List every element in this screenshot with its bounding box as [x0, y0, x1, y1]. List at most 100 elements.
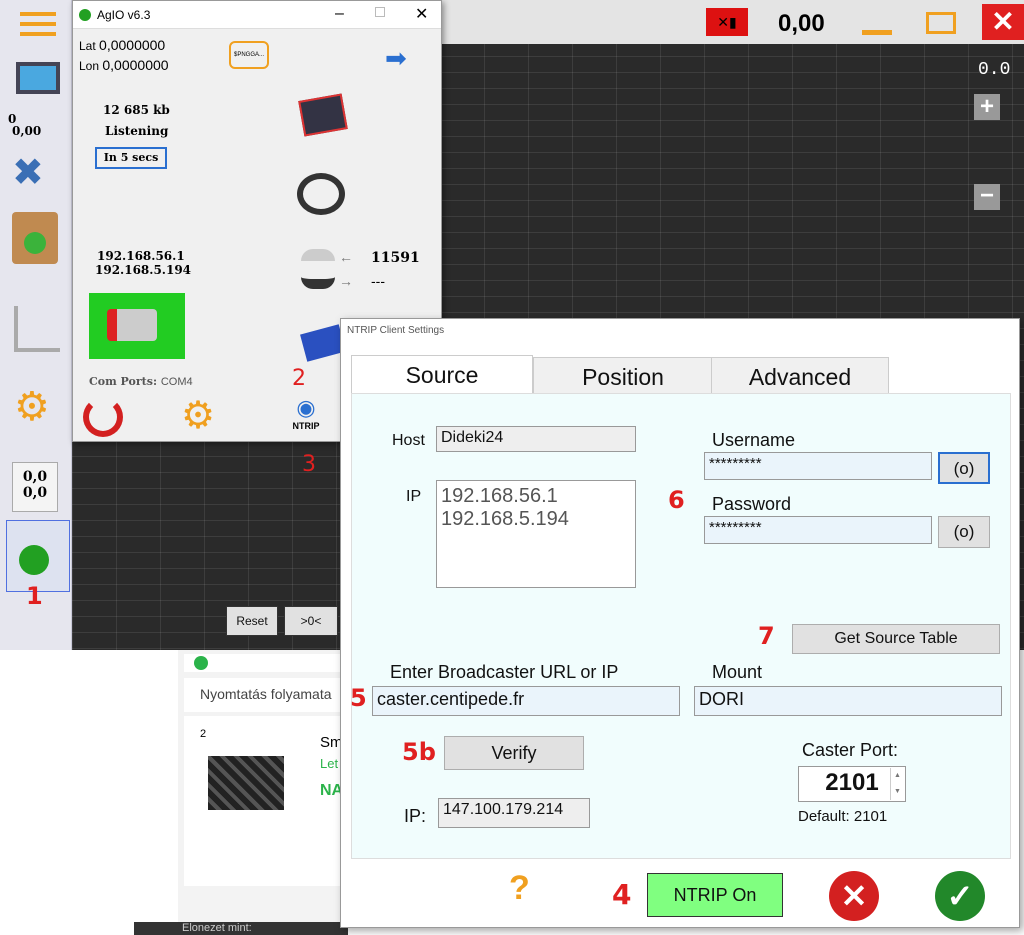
com-ports-value: COM4: [160, 376, 193, 388]
display-icon[interactable]: [16, 62, 60, 94]
xy-readout: 0,0 0,0: [12, 462, 58, 512]
source-panel: Host Dideki24 IP 192.168.56.1 192.168.5.…: [351, 393, 1011, 859]
get-source-table-button[interactable]: Get Source Table: [792, 624, 1000, 654]
resolved-ip-field: 147.100.179.214: [438, 798, 590, 828]
arrow-out-icon: →: [339, 273, 353, 289]
udp-in-count: 11591: [371, 250, 420, 266]
agio-close-icon[interactable]: ✕: [415, 4, 428, 24]
lon-value: 0,0000000: [102, 57, 169, 73]
tab-source[interactable]: Source: [351, 355, 533, 395]
help-icon[interactable]: ?: [509, 869, 530, 908]
lat-label: Lat: [79, 39, 96, 53]
reset-button[interactable]: Reset: [226, 606, 278, 636]
confirm-icon[interactable]: ✓: [935, 871, 985, 921]
lat-row: Lat 0,0000000: [79, 37, 165, 53]
annotation-5: 5: [350, 684, 367, 712]
agio-network-icon: [19, 545, 49, 575]
username-field[interactable]: *********: [704, 452, 932, 480]
annotation-7: 7: [758, 622, 775, 650]
ntrip-broadcast-icon: ◉: [296, 395, 316, 420]
ntrip-label: NTRIP: [292, 421, 320, 431]
username-label: Username: [712, 430, 796, 450]
right-readout: 0.0: [978, 60, 1011, 80]
com-ports-label: Com Ports:: [89, 375, 158, 388]
field-file-icon[interactable]: [12, 212, 58, 264]
status-label: Listening: [105, 124, 169, 138]
ruler-icon[interactable]: [14, 306, 60, 352]
caster-port-label: Caster Port:: [802, 740, 899, 760]
zero-button[interactable]: >0<: [284, 606, 338, 636]
broadcaster-field[interactable]: caster.centipede.fr: [372, 686, 680, 716]
minimize-icon[interactable]: [862, 30, 892, 35]
nmea-badge: $PNGGA...: [233, 52, 264, 58]
xy-line-1: 0,0: [22, 469, 48, 485]
broadcaster-label: Enter Broadcaster URL or IP: [390, 662, 619, 682]
annotation-6: 6: [668, 486, 685, 514]
annotation-4: 4: [612, 878, 632, 911]
ip-2: 192.168.5.194: [95, 263, 192, 277]
print-thumbnail: [208, 756, 284, 810]
speed-readout: 0,00: [778, 10, 825, 37]
default-port-label: Default: 2101: [798, 808, 888, 825]
power-icon[interactable]: [83, 397, 123, 437]
agio-minimize-icon[interactable]: –: [335, 5, 344, 23]
show-password-button[interactable]: (o): [938, 516, 990, 548]
traffic-label: 12 685 kb: [103, 103, 170, 117]
maximize-icon[interactable]: [926, 12, 956, 34]
zoom-in-button[interactable]: +: [974, 94, 1000, 120]
machine-board-icon[interactable]: [298, 93, 348, 137]
ntrip-dialog: NTRIP Client Settings Source Position Ad…: [340, 318, 1020, 928]
gps-antenna-icon[interactable]: [301, 249, 335, 289]
settings-gear-icon[interactable]: ⚙: [14, 384, 50, 430]
verify-button[interactable]: Verify: [444, 736, 584, 770]
annotation-1: 1: [26, 582, 43, 610]
ntrip-button[interactable]: ◉ NTRIP: [283, 395, 329, 439]
ip-label: IP: [406, 488, 422, 505]
ip-list-item[interactable]: 192.168.5.194: [441, 508, 631, 531]
close-icon[interactable]: ✕: [982, 4, 1024, 40]
host-label: Host: [392, 432, 425, 449]
zoom-out-button[interactable]: −: [974, 184, 1000, 210]
password-field[interactable]: *********: [704, 516, 932, 544]
mount-field[interactable]: DORI: [694, 686, 1002, 716]
left-speed: 0,00: [12, 124, 42, 138]
host-field[interactable]: Dideki24: [436, 426, 636, 452]
mount-label: Mount: [712, 662, 763, 682]
ip-list[interactable]: 192.168.56.1 192.168.5.194: [436, 480, 636, 588]
arrow-right-icon[interactable]: ➡: [385, 43, 407, 74]
xy-line-2: 0,0: [22, 485, 48, 501]
ethernet-icon: [107, 309, 157, 341]
agio-title-bar: AgIO v6.3 – ✕: [73, 1, 441, 29]
item-sub: Let: [320, 756, 339, 771]
annotation-2: 2: [292, 366, 306, 391]
agio-settings-icon[interactable]: ⚙: [181, 393, 215, 438]
port-spin-icon[interactable]: ▲ ▼: [890, 768, 904, 800]
agio-logo-icon: [79, 9, 91, 21]
tab-position[interactable]: Position: [533, 357, 713, 395]
cancel-icon[interactable]: ✕: [829, 871, 879, 921]
ntrip-on-button[interactable]: NTRIP On: [647, 873, 783, 917]
gps-signal-icon[interactable]: ✕▮: [706, 8, 748, 36]
left-toolbar: 0 0,00 ✖ ⚙ 0,0 0,0: [0, 0, 72, 650]
green-dot-icon: [194, 656, 208, 670]
tab-advanced[interactable]: Advanced: [711, 357, 889, 395]
lon-label: Lon: [79, 59, 100, 73]
password-label: Password: [712, 494, 792, 514]
com-ports: Com Ports: COM4: [89, 375, 193, 388]
item-number: 2: [200, 728, 207, 740]
show-username-button[interactable]: (o): [938, 452, 990, 484]
resolved-ip-label: IP:: [404, 806, 427, 826]
nmea-bubble-icon[interactable]: $PNGGA...: [229, 41, 269, 69]
ip-list-item[interactable]: 192.168.56.1: [441, 485, 631, 508]
agopen-top-bar: ✕▮ 0,00 ✕: [440, 0, 1024, 44]
countdown-button[interactable]: In 5 secs: [95, 147, 167, 169]
annotation-5b: 5b: [402, 738, 436, 766]
tools-icon[interactable]: ✖: [12, 150, 44, 195]
browser-background: Nyomtatás folyamata 2 Sm Let NA Elonezet…: [134, 650, 348, 935]
ethernet-config-button[interactable]: [89, 293, 185, 359]
agio-title: AgIO v6.3: [97, 8, 151, 22]
menu-icon[interactable]: [20, 12, 56, 36]
lat-value: 0,0000000: [99, 37, 166, 53]
steering-wheel-icon[interactable]: [297, 173, 345, 215]
agio-maximize-icon[interactable]: [375, 7, 385, 17]
